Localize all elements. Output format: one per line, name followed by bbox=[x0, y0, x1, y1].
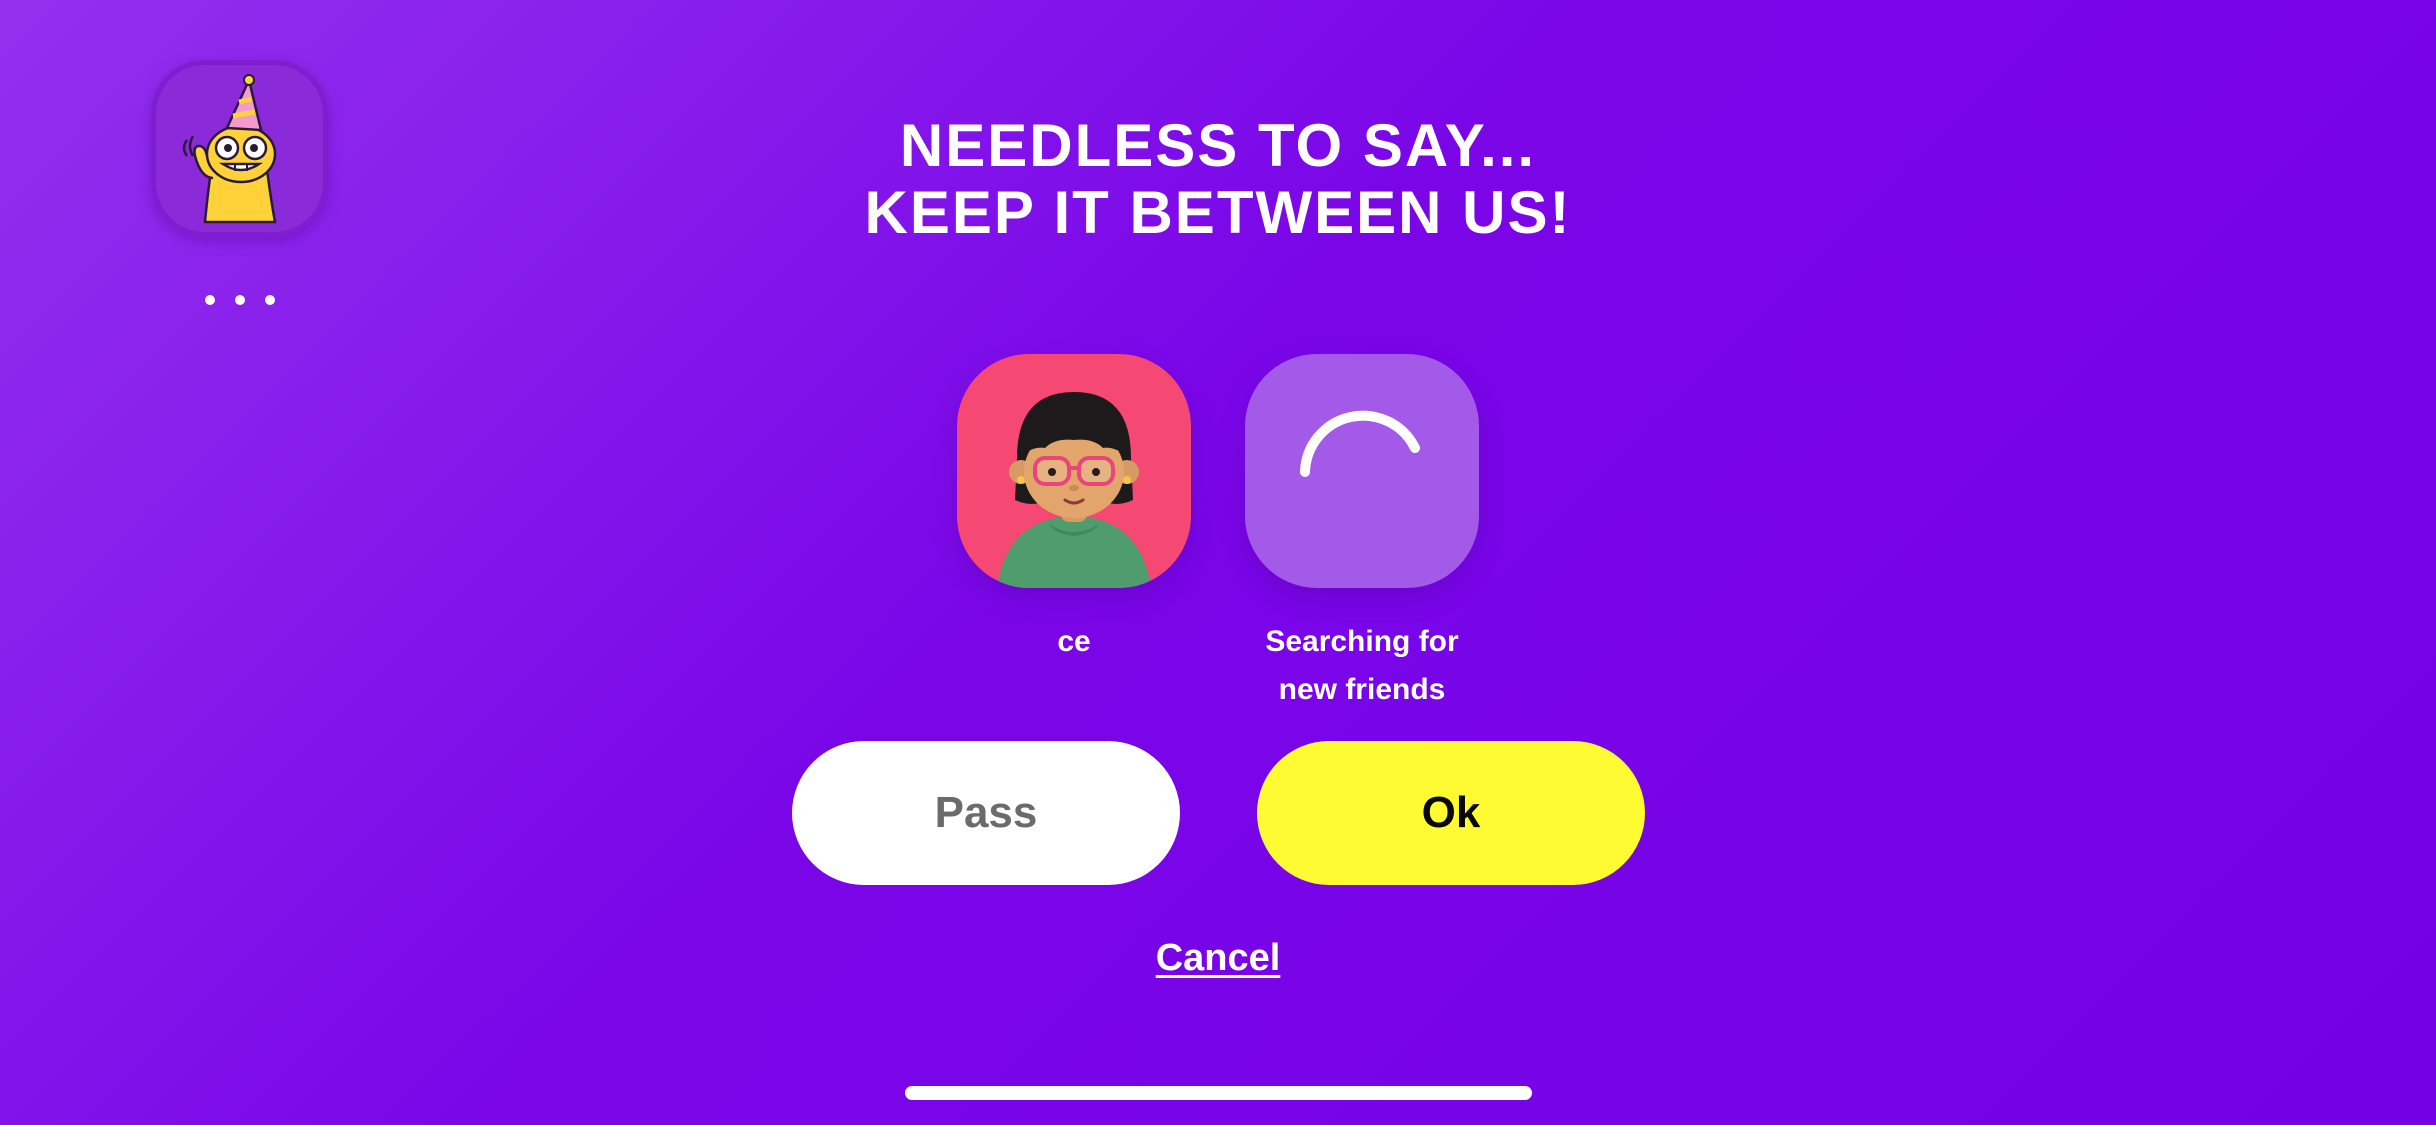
page-title-line-2: KEEP IT BETWEEN US! bbox=[864, 179, 1572, 246]
friend-name-label: ce bbox=[929, 618, 1219, 666]
searching-label: Searching for new friends bbox=[1217, 618, 1507, 714]
girl-with-glasses-avatar bbox=[997, 392, 1151, 588]
cancel-link[interactable]: Cancel bbox=[1156, 937, 1281, 979]
loading-spinner-icon bbox=[1300, 410, 1420, 477]
home-indicator[interactable] bbox=[905, 1086, 1532, 1100]
pass-button[interactable]: Pass bbox=[792, 741, 1180, 885]
dot bbox=[265, 295, 275, 305]
page-title-line-1: NEEDLESS TO SAY... bbox=[899, 112, 1537, 179]
searching-card bbox=[1245, 354, 1479, 588]
searching-label-line-1: Searching for bbox=[1265, 625, 1459, 658]
ok-button[interactable]: Ok bbox=[1257, 741, 1645, 885]
friend-name: ce bbox=[1057, 625, 1091, 658]
more-dots-icon[interactable] bbox=[205, 293, 275, 307]
dot bbox=[235, 295, 245, 305]
searching-label-line-2: new friends bbox=[1278, 673, 1446, 706]
friend-avatar-card bbox=[957, 354, 1191, 588]
dot bbox=[205, 295, 215, 305]
cancel-row: Cancel bbox=[0, 935, 2436, 981]
